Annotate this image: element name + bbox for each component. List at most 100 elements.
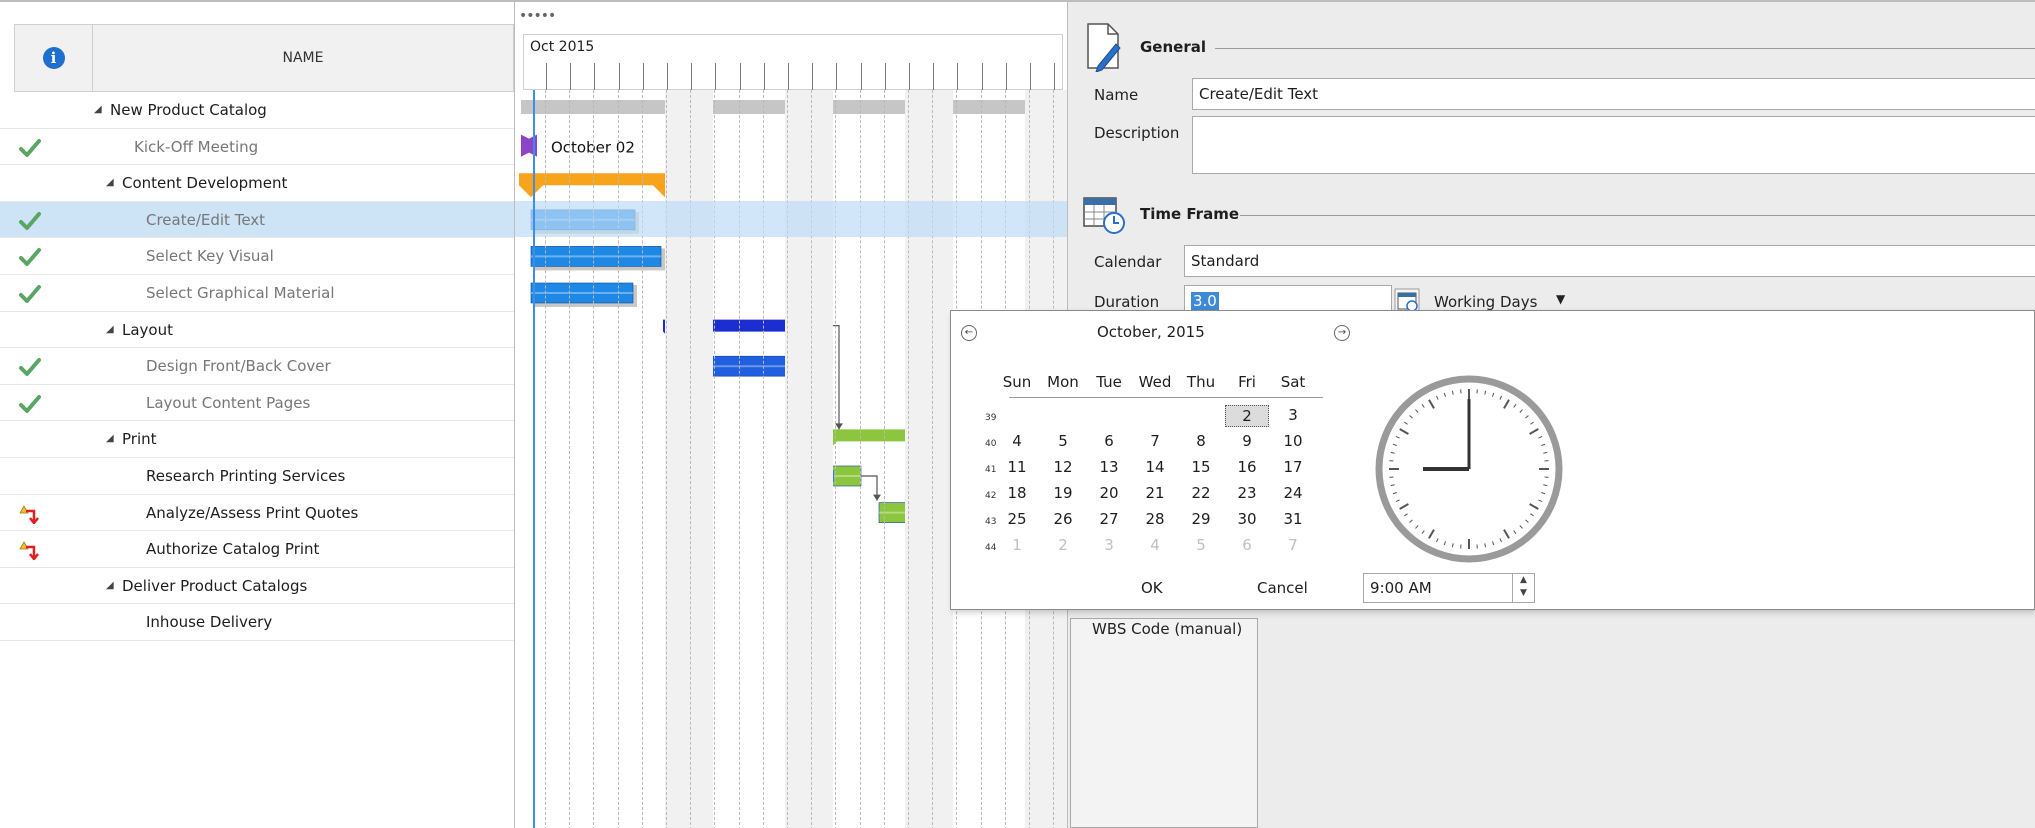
calendar-day[interactable]: 29 (1179, 509, 1223, 531)
timescale-tick (1005, 63, 1007, 90)
calendar-day[interactable]: 17 (1271, 457, 1315, 479)
table-row[interactable]: ◢ Content Development (0, 165, 514, 202)
prev-month-icon[interactable]: ← (961, 325, 977, 341)
calendar-day[interactable]: 5 (1041, 431, 1085, 453)
calendar-day[interactable]: 2 (1225, 405, 1269, 427)
calendar-day[interactable]: 26 (1041, 509, 1085, 531)
calendar-day[interactable]: 9 (1225, 431, 1269, 453)
calendar-day[interactable]: 30 (1225, 509, 1269, 531)
time-value: 9:00 AM (1370, 579, 1432, 597)
calendar-day[interactable]: 3 (1271, 405, 1315, 427)
calendar-day[interactable]: 16 (1225, 457, 1269, 479)
table-row[interactable]: Authorize Catalog Print (0, 531, 514, 568)
task-name: Analyze/Assess Print Quotes (146, 503, 359, 522)
task-name: Deliver Product Catalogs (122, 576, 308, 595)
table-row[interactable]: Inhouse Delivery (0, 604, 514, 641)
calendar-day[interactable]: 6 (1225, 535, 1269, 557)
timescale-header: Oct 2015 (523, 34, 1063, 90)
timescale-tick (570, 63, 572, 90)
calendar-day[interactable]: 23 (1225, 483, 1269, 505)
chevron-down-icon[interactable]: ▼ (1556, 292, 1565, 306)
calendar-day[interactable]: 21 (1133, 483, 1177, 505)
weekday-label: Sat (1280, 373, 1306, 391)
calendar-day[interactable]: 5 (1179, 535, 1223, 557)
weekday-label: Fri (1238, 373, 1256, 391)
calendar-day[interactable]: 2 (1041, 535, 1085, 557)
checkmark-icon (19, 248, 41, 267)
timescale-tick (618, 63, 620, 90)
table-row[interactable]: ◢ New Product Catalog (0, 92, 514, 129)
wbs-code-label: WBS Code (manual) (1092, 620, 1243, 638)
next-month-icon[interactable]: → (1334, 325, 1350, 341)
calendar-day[interactable]: 19 (1041, 483, 1085, 505)
name-column-header[interactable]: NAME (93, 25, 513, 91)
timescale-tick (884, 63, 886, 90)
ok-button[interactable]: OK (1141, 579, 1163, 597)
calendar-day[interactable]: 4 (995, 431, 1039, 453)
wbs-code-tab[interactable] (1070, 618, 1258, 828)
duration-unit[interactable]: Working Days (1434, 293, 1537, 311)
calendar-day[interactable]: 28 (1133, 509, 1177, 531)
calendar-day[interactable]: 27 (1087, 509, 1131, 531)
timescale-tick (933, 63, 935, 90)
calendar-day[interactable]: 4 (1133, 535, 1177, 557)
calendar-day[interactable]: 7 (1271, 535, 1315, 557)
timescale-tick (546, 63, 547, 90)
time-field[interactable]: 9:00 AM ▲ ▼ (1363, 573, 1535, 603)
collapse-triangle-icon[interactable]: ◢ (106, 165, 114, 201)
calendar-day[interactable]: 10 (1271, 431, 1315, 453)
dependency-arrowhead[interactable] (873, 494, 881, 501)
task-grid: i NAME ◢ New Product Catalog Kick-Off Meet… (0, 0, 514, 828)
collapse-triangle-icon[interactable]: ◢ (94, 92, 102, 128)
name-field[interactable]: Create/Edit Text (1192, 78, 2035, 110)
name-label: Name (1094, 86, 1139, 104)
collapse-triangle-icon[interactable]: ◢ (106, 312, 114, 348)
table-row[interactable]: ◢ Print (0, 421, 514, 458)
table-row[interactable]: Analyze/Assess Print Quotes (0, 495, 514, 532)
timescale-tick (812, 63, 814, 90)
calendar-day[interactable]: 6 (1087, 431, 1131, 453)
calendar-day[interactable]: 11 (995, 457, 1039, 479)
calendar-day[interactable]: 12 (1041, 457, 1085, 479)
calendar-day[interactable]: 8 (1179, 431, 1223, 453)
collapse-triangle-icon[interactable]: ◢ (106, 568, 114, 604)
timescale-tick (788, 63, 789, 90)
calendar-select[interactable]: Standard (1184, 245, 2035, 277)
table-row[interactable]: Design Front/Back Cover (0, 348, 514, 385)
timescale-tick (691, 63, 693, 90)
table-row[interactable]: Layout Content Pages (0, 385, 514, 422)
table-row[interactable]: Select Graphical Material (0, 275, 514, 312)
weekday-label: Thu (1186, 373, 1216, 391)
task-name: Authorize Catalog Print (146, 540, 320, 559)
cancel-button[interactable]: Cancel (1257, 579, 1308, 597)
weekday-label: Sun (1002, 373, 1032, 391)
table-row[interactable]: ◢ Layout (0, 312, 514, 349)
calendar-day[interactable]: 7 (1133, 431, 1177, 453)
calendar-day[interactable]: 15 (1179, 457, 1223, 479)
calendar-day[interactable]: 14 (1133, 457, 1177, 479)
info-column-header[interactable]: i (15, 25, 93, 91)
table-row[interactable]: Research Printing Services (0, 458, 514, 495)
table-row[interactable]: Create/Edit Text (0, 201, 514, 239)
calendar-day[interactable]: 24 (1271, 483, 1315, 505)
calendar-day[interactable]: 25 (995, 509, 1039, 531)
calendar-day[interactable]: 20 (1087, 483, 1131, 505)
duration-value: 3.0 (1191, 292, 1219, 310)
calendar-day[interactable]: 18 (995, 483, 1039, 505)
calendar-day[interactable]: 3 (1087, 535, 1131, 557)
calendar-day[interactable]: 31 (1271, 509, 1315, 531)
time-spinner[interactable]: ▲ ▼ (1512, 574, 1534, 602)
description-field[interactable] (1192, 116, 2035, 174)
summary-bar-content-development[interactable] (519, 173, 677, 198)
info-icon: i (42, 47, 65, 69)
table-row[interactable]: Kick-Off Meeting (0, 129, 514, 166)
splitter-grip-icon[interactable]: ••••• (519, 8, 556, 24)
collapse-triangle-icon[interactable]: ◢ (106, 421, 114, 457)
timescale-tick (1030, 63, 1031, 90)
table-row[interactable]: ◢ Deliver Product Catalogs (0, 568, 514, 605)
weekday-label: Tue (1096, 373, 1122, 391)
calendar-day[interactable]: 1 (995, 535, 1039, 557)
calendar-day[interactable]: 22 (1179, 483, 1223, 505)
table-row[interactable]: Select Key Visual (0, 238, 514, 275)
calendar-day[interactable]: 13 (1087, 457, 1131, 479)
